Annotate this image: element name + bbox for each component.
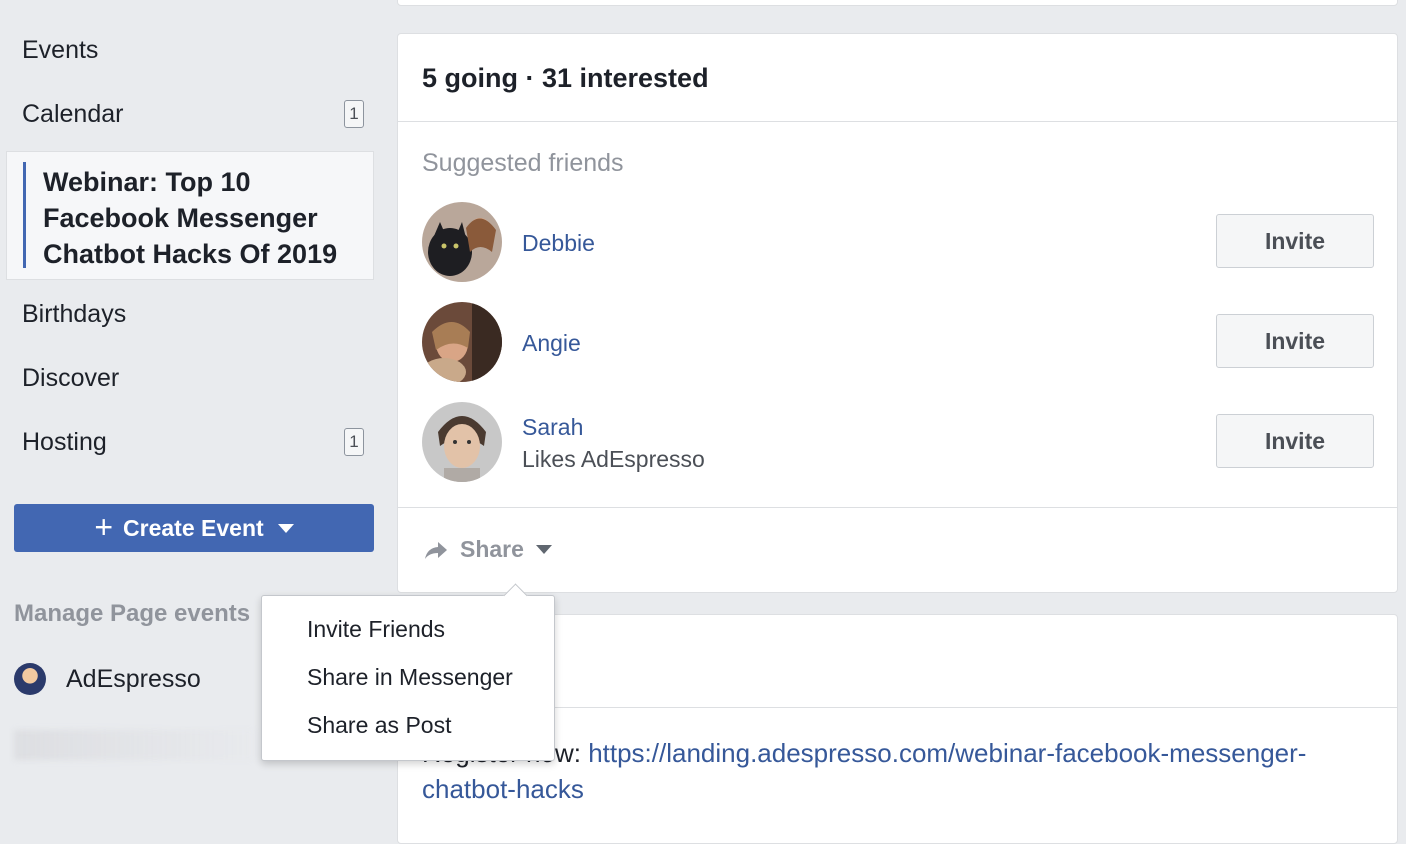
sidebar-item-active-event[interactable]: Webinar: Top 10 Facebook Messenger Chatb… — [6, 151, 374, 280]
hosting-count-badge: 1 — [344, 428, 364, 456]
divider — [398, 507, 1397, 508]
registration-text: Register now: https://landing.adespresso… — [422, 735, 1322, 807]
menu-item-share-in-messenger[interactable]: Share in Messenger — [307, 664, 513, 691]
create-event-label: Create Event — [123, 514, 264, 541]
page-avatar — [14, 663, 46, 695]
friend-row: Sarah Likes AdEspresso Invite — [422, 402, 1374, 484]
create-event-button[interactable]: + Create Event — [14, 504, 374, 552]
invite-button[interactable]: Invite — [1216, 314, 1374, 368]
friend-row: Angie Invite — [422, 302, 1374, 384]
calendar-count-badge: 1 — [344, 100, 364, 128]
sidebar-item-birthdays[interactable]: Birthdays — [22, 300, 126, 329]
menu-item-share-as-post[interactable]: Share as Post — [307, 712, 451, 739]
menu-item-invite-friends[interactable]: Invite Friends — [307, 616, 445, 643]
sidebar-item-calendar[interactable]: Calendar — [22, 100, 123, 129]
friend-name[interactable]: Sarah — [522, 414, 583, 441]
page-item-adespresso[interactable]: AdEspresso — [14, 663, 201, 695]
divider — [398, 121, 1397, 122]
friend-name[interactable]: Debbie — [522, 230, 595, 257]
previous-card — [397, 0, 1398, 6]
suggested-friends-heading: Suggested friends — [422, 149, 624, 177]
active-event-title: Webinar: Top 10 Facebook Messenger Chatb… — [43, 167, 338, 269]
invite-button[interactable]: Invite — [1216, 214, 1374, 268]
share-label: Share — [460, 536, 524, 562]
share-arrow-icon — [425, 541, 447, 559]
sidebar-item-hosting[interactable]: Hosting — [22, 428, 107, 457]
invite-button[interactable]: Invite — [1216, 414, 1374, 468]
friend-avatar[interactable] — [422, 302, 502, 382]
guests-card: 5 going · 31 interested Suggested friend… — [397, 33, 1398, 593]
blurred-page-item — [14, 730, 254, 760]
guest-stats[interactable]: 5 going · 31 interested — [422, 63, 709, 94]
friend-row: Debbie Invite — [422, 202, 1374, 284]
share-dropdown-menu: Invite Friends Share in Messenger Share … — [261, 583, 555, 761]
active-indicator — [23, 162, 26, 268]
caret-down-icon — [277, 523, 294, 533]
friend-avatar[interactable] — [422, 202, 502, 282]
friend-name[interactable]: Angie — [522, 330, 581, 357]
friend-mutual-info: Likes AdEspresso — [522, 446, 705, 472]
share-button[interactable]: Share — [424, 536, 552, 563]
friend-avatar[interactable] — [422, 402, 502, 482]
sidebar-item-events[interactable]: Events — [22, 36, 98, 65]
caret-down-icon — [535, 545, 552, 554]
plus-icon: + — [94, 508, 114, 545]
page-name: AdEspresso — [66, 664, 201, 693]
sidebar-item-discover[interactable]: Discover — [22, 364, 119, 393]
manage-page-events-heading: Manage Page events — [14, 600, 251, 627]
